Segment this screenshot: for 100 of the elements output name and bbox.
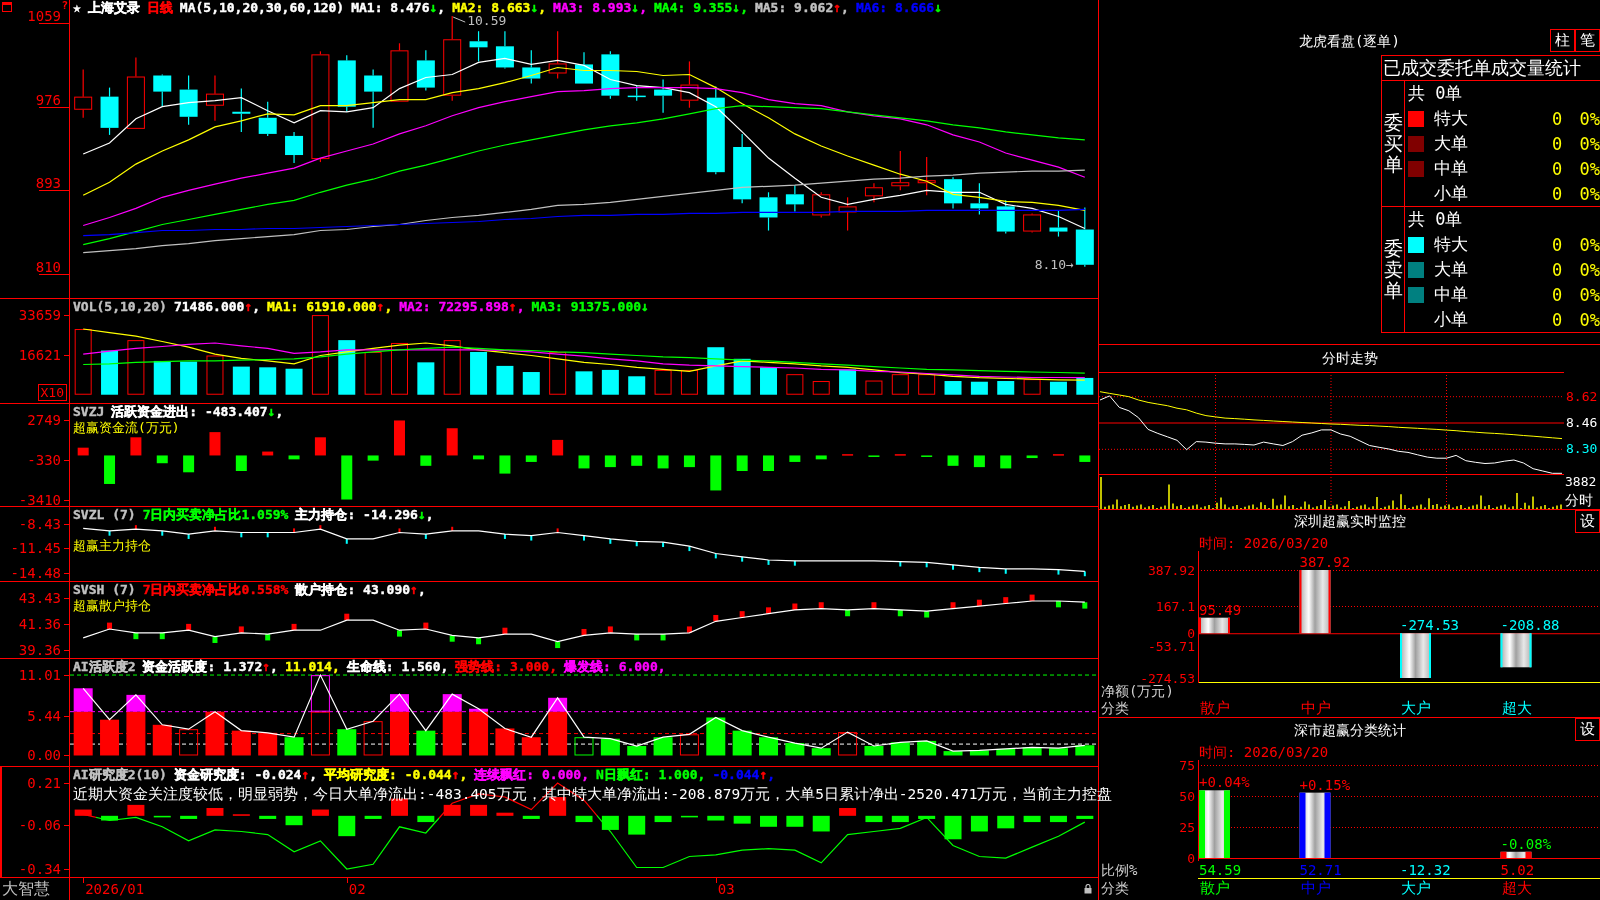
value-label: 52.71 bbox=[1298, 861, 1343, 878]
percent-value: 0% bbox=[1578, 133, 1600, 154]
indicator-label: 11.014, bbox=[284, 660, 340, 673]
value-label: 5.02 bbox=[1499, 861, 1536, 878]
data-label: -208.88 bbox=[1500, 618, 1560, 633]
category-label: 超大 bbox=[1500, 699, 1533, 717]
row-label: 中单 bbox=[1433, 157, 1469, 180]
percent-value: 0% bbox=[1578, 158, 1600, 179]
axis-label: 75 bbox=[1179, 758, 1195, 772]
panel-title: 深圳超赢实时监控 bbox=[1293, 513, 1406, 530]
axis-label: 33659 bbox=[18, 308, 61, 323]
axis-label: 0 bbox=[1187, 851, 1195, 865]
indicator-label: 爆发线: 6.000, bbox=[564, 660, 666, 673]
date-label: 02 bbox=[348, 881, 366, 897]
axis-label: -53.71 bbox=[1148, 639, 1195, 653]
axis-label: 810 bbox=[35, 259, 61, 274]
change-label: +0.04% bbox=[1199, 775, 1250, 790]
indicator-label: MA3: 8.993↓, bbox=[553, 1, 647, 14]
indicator-label: MA1: 8.476↓, bbox=[351, 1, 446, 14]
change-label: -0.08% bbox=[1500, 836, 1552, 851]
category-label: 超大 bbox=[1500, 879, 1533, 897]
data-label: 387.92 bbox=[1299, 555, 1351, 569]
indicator-label: 主力持仓: -14.296↓, bbox=[295, 508, 434, 521]
indicator-label: 资金活跃度: 1.372↑, bbox=[142, 660, 278, 673]
axis-label: 0.00 bbox=[27, 748, 61, 763]
axis-label: 16621 bbox=[18, 348, 61, 363]
percent-value: 0% bbox=[1578, 183, 1600, 204]
indicator-label: VOL(5,10,20) bbox=[73, 300, 167, 313]
category-label: 散户 bbox=[1199, 879, 1231, 897]
axis-label: 0 bbox=[1187, 626, 1195, 640]
axis-label: 8.62 bbox=[1566, 389, 1598, 404]
axis-label: 43.43 bbox=[18, 591, 61, 606]
scale-label: X10 bbox=[37, 384, 67, 401]
group-label: 委买单 bbox=[1383, 112, 1403, 175]
count-value: 0 bbox=[1550, 234, 1564, 255]
count-value: 0 bbox=[1550, 259, 1564, 280]
axis-label: 976 bbox=[35, 92, 61, 107]
percent-value: 0% bbox=[1578, 234, 1600, 255]
change-label: +0.15% bbox=[1299, 777, 1351, 792]
axis-label: 167.1 bbox=[1155, 599, 1195, 613]
category-label: 大户 bbox=[1400, 699, 1432, 717]
category-label: 大户 bbox=[1400, 879, 1432, 897]
panel-title: 分时走势 bbox=[1321, 350, 1378, 367]
axis-title: 比例% bbox=[1101, 862, 1138, 878]
price-label: 8.10→ bbox=[1034, 257, 1074, 272]
axis-label: -3410 bbox=[18, 492, 61, 507]
date-label: 时间: 2026/03/20 bbox=[1199, 744, 1329, 760]
indicator-label: MA(5,10,20,30,60,120) bbox=[179, 1, 345, 14]
indicator-label: 7日内买卖净占比1.059% bbox=[142, 508, 289, 521]
indicator-label: 日线 bbox=[146, 1, 173, 14]
table-title: 已成交委托单成交量统计 bbox=[1382, 57, 1581, 78]
value-label: -12.32 bbox=[1399, 861, 1452, 878]
indicator-label: SVZJ bbox=[73, 405, 105, 418]
indicator-title: 超赢主力持仓 bbox=[73, 538, 151, 553]
axis-label: 893 bbox=[35, 176, 61, 191]
axis-label: 50 bbox=[1179, 789, 1195, 803]
category-label: 散户 bbox=[1199, 699, 1231, 717]
indicator-label: MA6: 8.666↓ bbox=[855, 1, 942, 14]
axis-label: -11.45 bbox=[10, 541, 61, 556]
count-value: 0 bbox=[1550, 158, 1564, 179]
indicator-label: 资金研究度: -0.024↑, bbox=[173, 768, 318, 781]
axis-label: 2749 bbox=[27, 412, 61, 427]
indicator-label: AI研究度2(10) bbox=[73, 768, 167, 781]
axis-unit-label: 分时 bbox=[1565, 492, 1593, 508]
axis-label: 8.30 bbox=[1566, 442, 1598, 457]
axis-label: -8.43 bbox=[18, 516, 61, 531]
indicator-label: MA3: 91375.000↓ bbox=[531, 300, 649, 313]
total-label: 共 0单 bbox=[1407, 208, 1464, 231]
indicator-label: ★ bbox=[73, 1, 81, 14]
count-value: 0 bbox=[1550, 108, 1564, 129]
panel-title: 深市超赢分类统计 bbox=[1293, 721, 1406, 739]
axis-label: -14.48 bbox=[10, 565, 61, 580]
row-label: 中单 bbox=[1433, 283, 1469, 306]
axis-label: 5.44 bbox=[27, 708, 61, 723]
axis-label: -330 bbox=[27, 452, 61, 467]
indicator-label: MA2: 72295.898↑, bbox=[399, 300, 525, 313]
axis-label: -0.34 bbox=[18, 862, 61, 876]
axis-label: 11.01 bbox=[18, 668, 61, 683]
indicator-label: 71486.000↑, bbox=[173, 300, 261, 313]
total-label: 共 0单 bbox=[1407, 82, 1464, 105]
indicator-label: MA2: 8.663↓, bbox=[452, 1, 547, 14]
axis-label: 0.21 bbox=[27, 775, 61, 790]
axis-label: 8.46 bbox=[1566, 416, 1598, 430]
row-label: 特大 bbox=[1433, 107, 1469, 130]
indicator-label: SVZL (7) bbox=[73, 508, 136, 521]
axis-label: 25 bbox=[1179, 820, 1195, 834]
count-value: 0 bbox=[1550, 284, 1564, 305]
category-label: 中户 bbox=[1299, 699, 1332, 717]
brand-label: 大智慧 bbox=[1, 879, 50, 898]
value-label: 54.59 bbox=[1198, 861, 1243, 878]
axis-title: 净额(万元) bbox=[1101, 683, 1174, 699]
price-label: 10.59 bbox=[467, 14, 507, 29]
indicator-label: -0.044↑, bbox=[712, 768, 776, 781]
row-label: 小单 bbox=[1433, 182, 1469, 205]
indicator-label: SVSH (7) bbox=[73, 583, 136, 596]
row-label: 小单 bbox=[1433, 308, 1469, 331]
indicator-label: 上海艾录 bbox=[87, 1, 140, 14]
indicator-label: 7日内买卖净占比0.558% bbox=[142, 583, 289, 596]
axis-label: 387.92 bbox=[1148, 563, 1195, 577]
data-label: -274.53 bbox=[1400, 618, 1459, 633]
